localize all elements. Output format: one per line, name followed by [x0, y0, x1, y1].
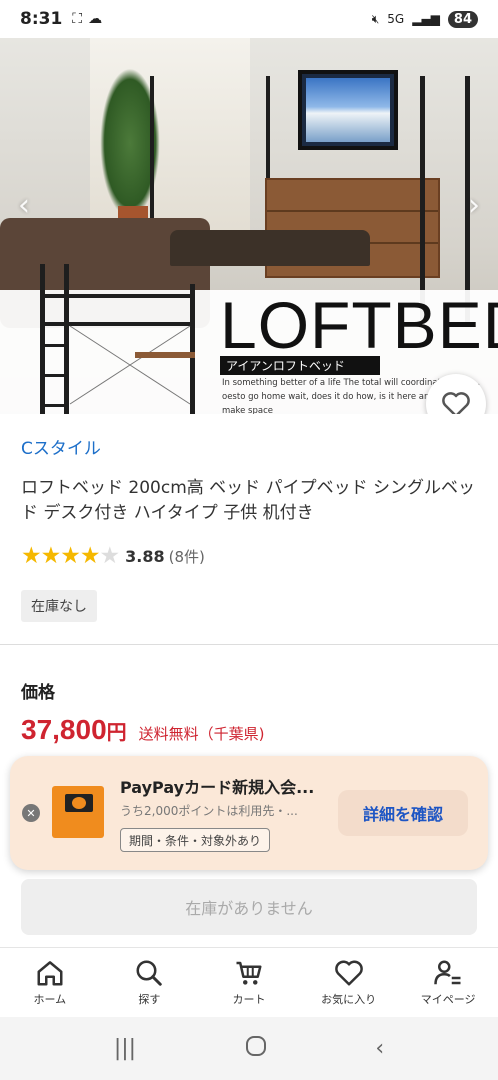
review-count: (8件)	[168, 547, 205, 566]
screenshot-icon: ⛶	[72, 11, 83, 27]
network-label: 5G	[387, 12, 405, 26]
nav-label-favorites: お気に入り	[321, 992, 377, 1006]
nav-label-cart: カート	[232, 992, 266, 1006]
banner-subtitle: アイアンロフトベッド	[220, 356, 380, 375]
price-value: 37,800	[21, 714, 107, 745]
home-icon	[35, 959, 65, 987]
nav-cart[interactable]: カート	[199, 948, 299, 1017]
carousel-prev-arrow-icon[interactable]: ‹	[18, 188, 30, 223]
nav-mypage[interactable]: マイページ	[398, 948, 498, 1017]
nav-label-search: 探す	[138, 992, 161, 1006]
status-bar: 8:31 ⛶ ☁ 🔇︎ 5G ▂▄▆ 84	[0, 0, 498, 38]
bottom-navigation: ホーム 探す カート お気に入り マイページ	[0, 947, 498, 1017]
battery-indicator: 84	[447, 10, 478, 28]
desk-frame	[150, 76, 270, 236]
system-navigation-bar: ||| ‹	[0, 1017, 498, 1080]
cloud-icon: ☁	[88, 11, 103, 27]
price-label: 価格	[21, 683, 55, 703]
star-full-icon: ★	[21, 543, 42, 569]
store-name-link[interactable]: Cスタイル	[21, 434, 101, 459]
cart-icon	[234, 959, 264, 987]
star-full-icon: ★	[60, 543, 81, 569]
product-title: ロフトベッド 200cm高 ベッド パイプベッド シングルベッド デスク付き ハ…	[21, 478, 475, 523]
back-icon[interactable]: ‹	[375, 1036, 384, 1061]
loft-bed-illustration	[40, 264, 195, 414]
star-empty-icon: ★	[99, 543, 121, 569]
promo-title: PayPayカード新規入会...	[120, 778, 315, 797]
stock-status-badge: 在庫なし	[21, 590, 97, 622]
search-icon	[134, 959, 164, 987]
promo-subtitle: うち2,000ポイントは利用先・...	[120, 804, 298, 818]
price-row: 37,800 円 送料無料（千葉県)	[21, 714, 265, 746]
nav-home[interactable]: ホーム	[0, 948, 100, 1017]
promo-details-button[interactable]: 詳細を確認	[338, 790, 468, 836]
mute-icon: 🔇︎	[371, 11, 380, 26]
rating-score: 3.88	[125, 546, 165, 566]
status-time: 8:31	[20, 9, 63, 29]
sold-out-button[interactable]: 在庫がありません	[21, 879, 477, 935]
price-currency: 円	[106, 720, 127, 744]
close-icon[interactable]: ✕	[22, 804, 40, 822]
nav-label-home: ホーム	[33, 992, 67, 1006]
star-full-icon: ★	[79, 543, 101, 569]
banner-title: LOFTBED	[220, 288, 498, 362]
recent-apps-icon[interactable]: |||	[114, 1036, 136, 1061]
nav-search[interactable]: 探す	[100, 948, 200, 1017]
rating-row[interactable]: ★★★★★ 3.88 (8件)	[21, 543, 205, 569]
nav-label-mypage: マイページ	[420, 992, 476, 1006]
product-image-carousel[interactable]: LOFTBED アイアンロフトベッド In something better o…	[0, 38, 498, 414]
heart-icon	[334, 959, 364, 987]
nav-favorites[interactable]: お気に入り	[299, 948, 399, 1017]
tv	[298, 70, 398, 150]
coffee-table	[170, 230, 370, 266]
home-circle-icon[interactable]	[244, 1034, 268, 1064]
carousel-next-arrow-icon[interactable]: ›	[468, 188, 480, 223]
star-full-icon: ★	[40, 543, 62, 569]
paypay-card-image	[52, 786, 104, 838]
star-rating: ★★★★★	[21, 543, 121, 569]
shipping-info: 送料無料（千葉県)	[138, 725, 265, 743]
promo-terms-badge: 期間・条件・対象外あり	[120, 828, 271, 852]
user-icon	[433, 959, 463, 987]
divider	[0, 644, 498, 645]
heart-icon	[442, 392, 470, 414]
paypay-card-promo-banner[interactable]: ✕ PayPayカード新規入会... うち2,000ポイントは利用先・... 期…	[10, 756, 488, 870]
signal-icon: ▂▄▆	[412, 12, 440, 26]
